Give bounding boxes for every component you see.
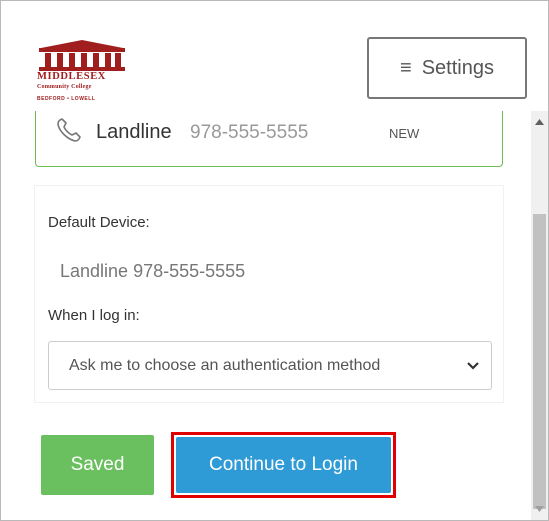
college-logo: MIDDLESEX Community College BEDFORD • LO… <box>37 39 127 107</box>
building-columns-icon <box>39 40 125 71</box>
device-type: Landline <box>96 121 172 143</box>
continue-to-login-button[interactable]: Continue to Login <box>176 437 391 493</box>
preferences-panel: Default Device: Landline 978-555-5555 Wh… <box>35 186 503 402</box>
settings-label: Settings <box>421 56 494 79</box>
device-number: 978-555-5555 <box>190 122 309 143</box>
settings-button[interactable]: ≡ Settings <box>367 37 527 99</box>
default-device-value: Landline 978-555-5555 <box>60 261 246 281</box>
device-card[interactable]: Landline 978-555-5555 NEW <box>35 111 503 167</box>
saved-button[interactable]: Saved <box>41 435 154 495</box>
scrollbar-thumb[interactable] <box>533 214 546 509</box>
login-method-select[interactable]: Ask me to choose an authentication metho… <box>48 341 492 390</box>
logo-subtitle: Community College <box>37 84 92 90</box>
vertical-scrollbar[interactable] <box>531 111 548 520</box>
login-method-selected: Ask me to choose an authentication metho… <box>69 356 381 374</box>
logo-name: MIDDLESEX <box>37 71 106 82</box>
new-badge: NEW <box>389 126 420 141</box>
phone-icon <box>57 118 81 142</box>
duo-prompt-frame: MIDDLESEX Community College BEDFORD • LO… <box>0 0 549 521</box>
hamburger-menu-icon: ≡ <box>400 56 412 79</box>
scroll-content: Landline 978-555-5555 NEW Default Device… <box>1 111 531 520</box>
chevron-down-icon <box>467 362 479 370</box>
default-device-label: Default Device: <box>48 214 150 231</box>
when-login-label: When I log in: <box>48 307 140 324</box>
scroll-down-arrow-icon[interactable] <box>531 502 548 516</box>
logo-locations: BEDFORD • LOWELL <box>37 96 96 102</box>
scroll-up-arrow-icon[interactable] <box>531 115 548 129</box>
